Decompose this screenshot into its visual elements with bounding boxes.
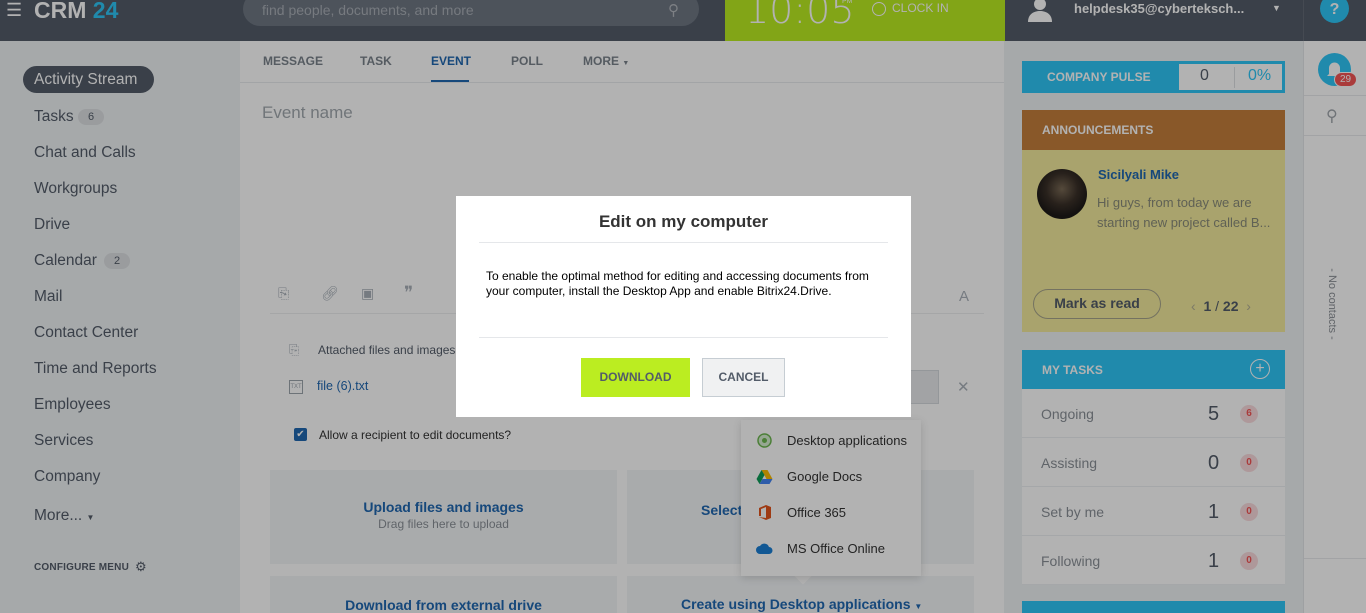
- dialog-title: Edit on my computer: [598, 212, 769, 231]
- download-button[interactable]: DOWNLOAD: [581, 358, 690, 397]
- divider: [479, 337, 888, 338]
- divider: [479, 242, 888, 243]
- cancel-button[interactable]: CANCEL: [702, 358, 785, 397]
- dialog-message: To enable the optimal method for editing…: [486, 269, 869, 298]
